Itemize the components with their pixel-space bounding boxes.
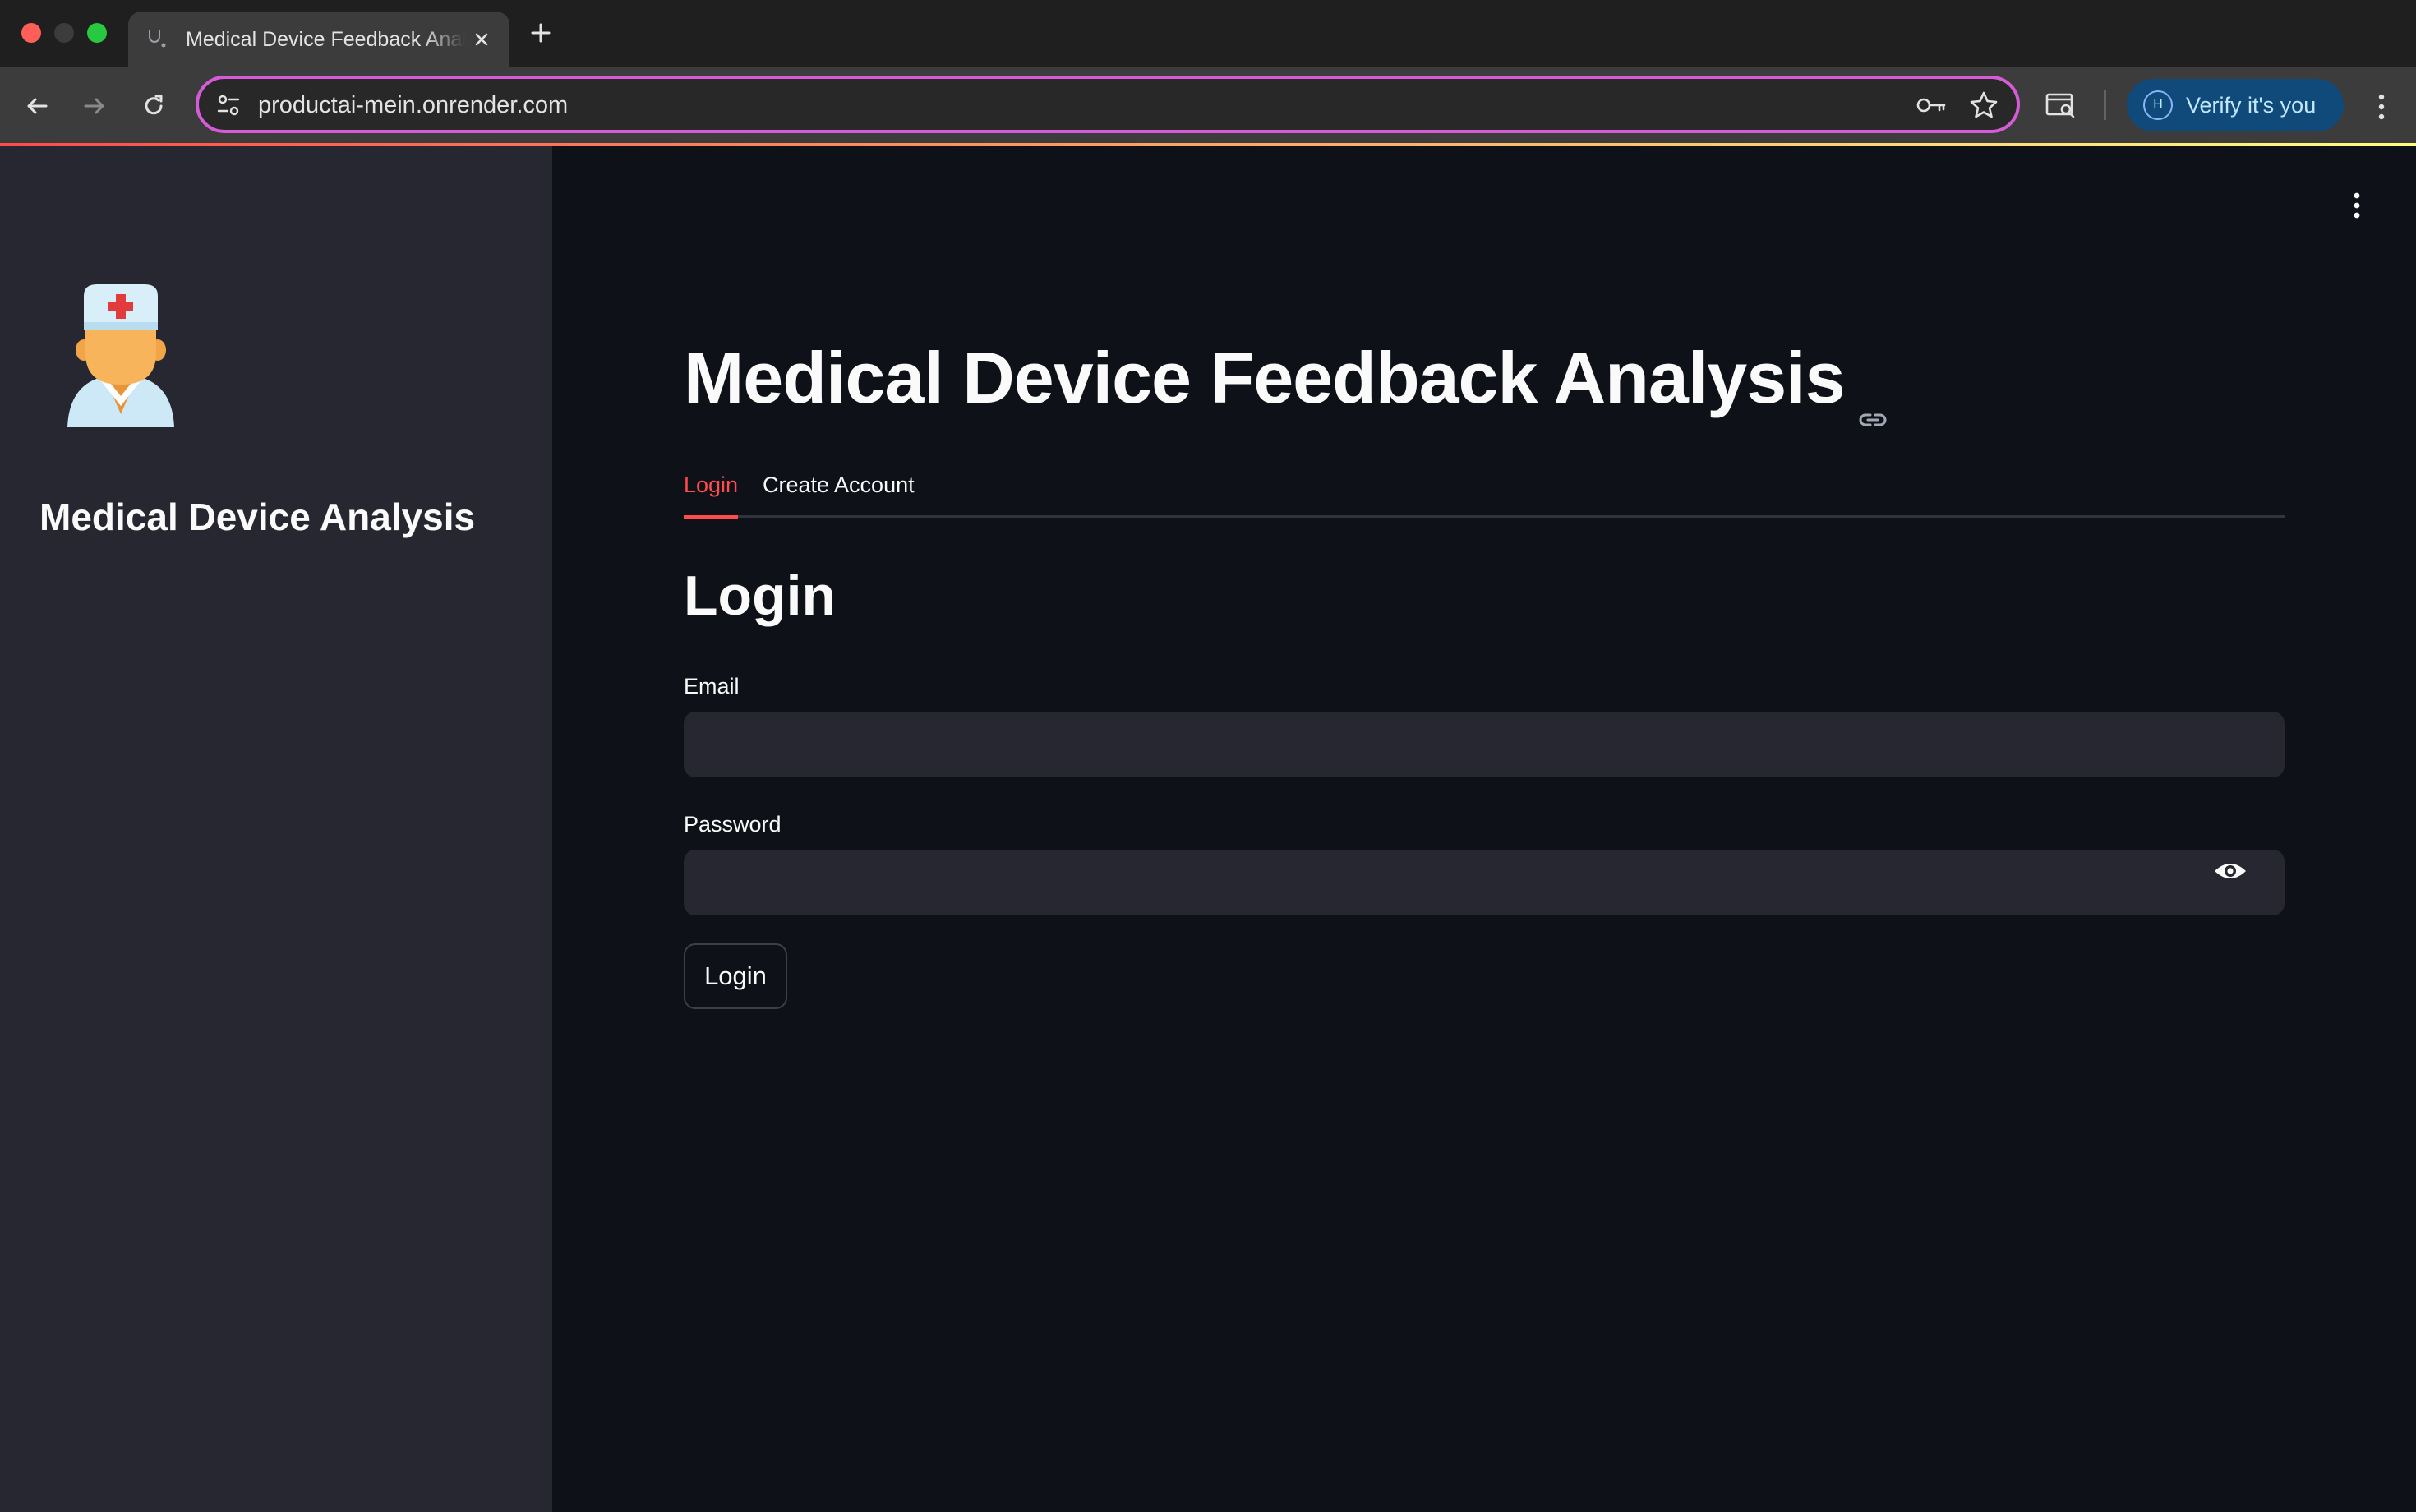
email-field[interactable] <box>684 712 2285 777</box>
password-field[interactable] <box>684 850 2285 915</box>
main-content: Medical Device Feedback Analysis Login C… <box>552 146 2416 1512</box>
eye-icon[interactable] <box>2212 853 2248 889</box>
browser-menu-icon[interactable] <box>2365 89 2398 125</box>
app-menu-icon[interactable] <box>2347 189 2367 222</box>
link-icon[interactable] <box>1856 367 1889 426</box>
profile-verify-label: Verify it's you <box>2186 92 2317 118</box>
sidebar: Medical Device Analysis <box>0 146 552 1512</box>
address-bar[interactable]: productai-mein.onrender.com <box>196 76 2020 133</box>
password-label: Password <box>684 812 782 837</box>
tab-search-icon[interactable] <box>2043 87 2079 123</box>
browser-toolbar: productai-mein.onrender.com H Verify it'… <box>0 67 2416 145</box>
tab-title: Medical Device Feedback Analysis <box>186 27 465 51</box>
toolbar-divider <box>2104 90 2106 120</box>
window-close-button[interactable] <box>21 23 41 43</box>
close-icon[interactable] <box>468 26 495 53</box>
page-title-text: Medical Device Feedback Analysis <box>684 337 1846 418</box>
profile-avatar: H <box>2143 90 2173 120</box>
email-label: Email <box>684 674 740 698</box>
profile-verify-button[interactable]: H Verify it's you <box>2127 79 2344 131</box>
browser-tabstrip: Medical Device Feedback Analysis <box>0 0 2416 67</box>
reload-icon[interactable] <box>135 87 173 125</box>
back-arrow-icon[interactable] <box>18 87 56 125</box>
login-button[interactable]: Login <box>684 943 787 1009</box>
tab-login[interactable]: Login <box>684 452 739 519</box>
sidebar-title: Medical Device Analysis <box>39 496 476 538</box>
key-icon[interactable] <box>1915 90 1948 120</box>
browser-tab[interactable]: Medical Device Feedback Analysis <box>128 12 509 67</box>
site-settings-icon[interactable] <box>214 90 243 120</box>
stethoscope-icon <box>145 27 169 52</box>
window-zoom-button[interactable] <box>87 23 107 43</box>
section-title: Login <box>684 565 837 627</box>
page-title: Medical Device Feedback Analysis <box>684 334 1889 426</box>
doctor-icon <box>61 283 181 427</box>
auth-tabs: Login Create Account <box>684 452 2285 519</box>
forward-arrow-icon[interactable] <box>76 87 113 125</box>
plus-icon[interactable] <box>526 18 556 48</box>
window-minimize-button[interactable] <box>54 23 74 43</box>
tab-create-account[interactable]: Create Account <box>763 452 915 518</box>
url-text[interactable]: productai-mein.onrender.com <box>258 90 568 120</box>
star-icon[interactable] <box>1967 89 2000 122</box>
